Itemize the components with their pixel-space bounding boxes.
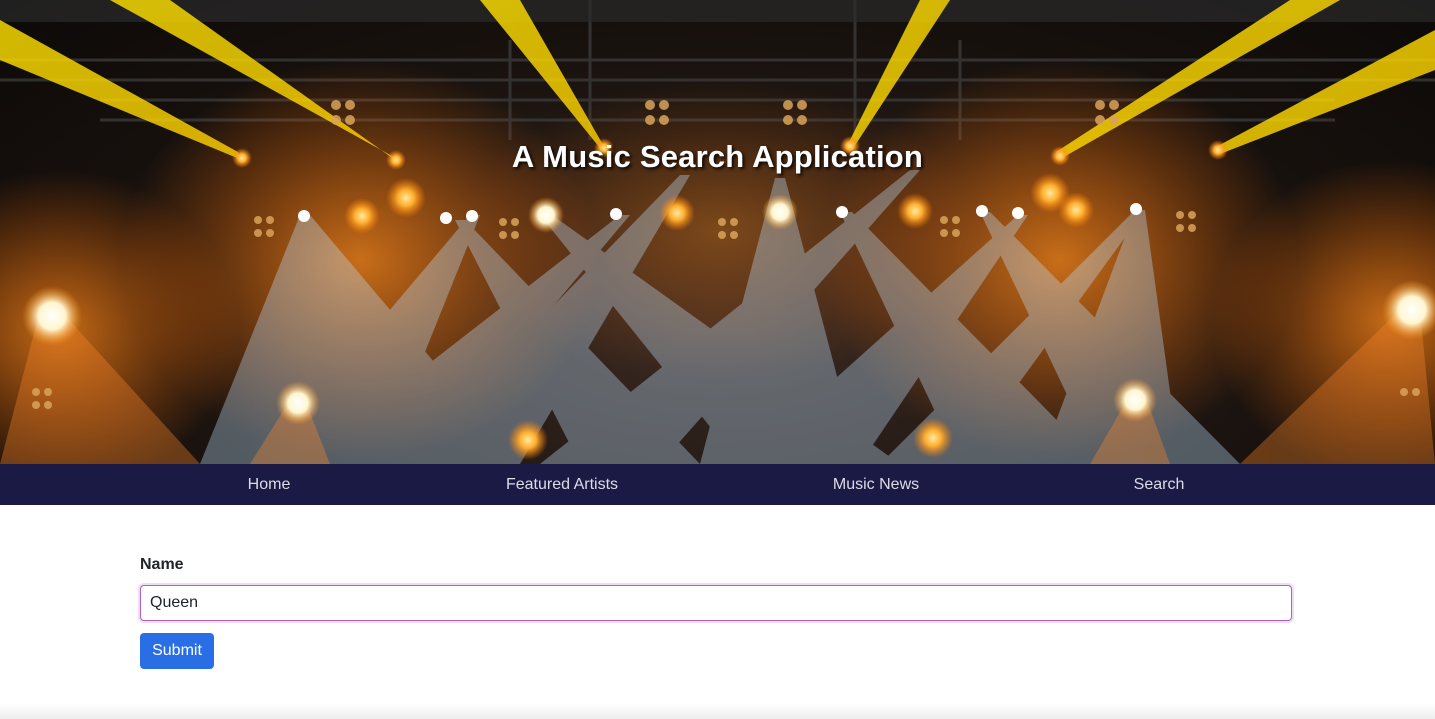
nav-item-featured-artists[interactable]: Featured Artists	[506, 464, 618, 505]
concert-lights-image	[0, 0, 1435, 464]
main-navbar: Home Featured Artists Music News Search	[0, 464, 1435, 505]
submit-button[interactable]: Submit	[140, 633, 214, 669]
name-input[interactable]	[140, 585, 1292, 621]
hero-title: A Music Search Application	[511, 139, 924, 174]
nav-item-search[interactable]: Search	[1134, 464, 1185, 505]
name-label: Name	[140, 556, 184, 573]
page-bottom-shadow	[0, 704, 1435, 719]
nav-item-home[interactable]: Home	[248, 464, 291, 505]
nav-item-music-news[interactable]: Music News	[833, 464, 919, 505]
hero-banner: A Music Search Application	[0, 0, 1435, 464]
